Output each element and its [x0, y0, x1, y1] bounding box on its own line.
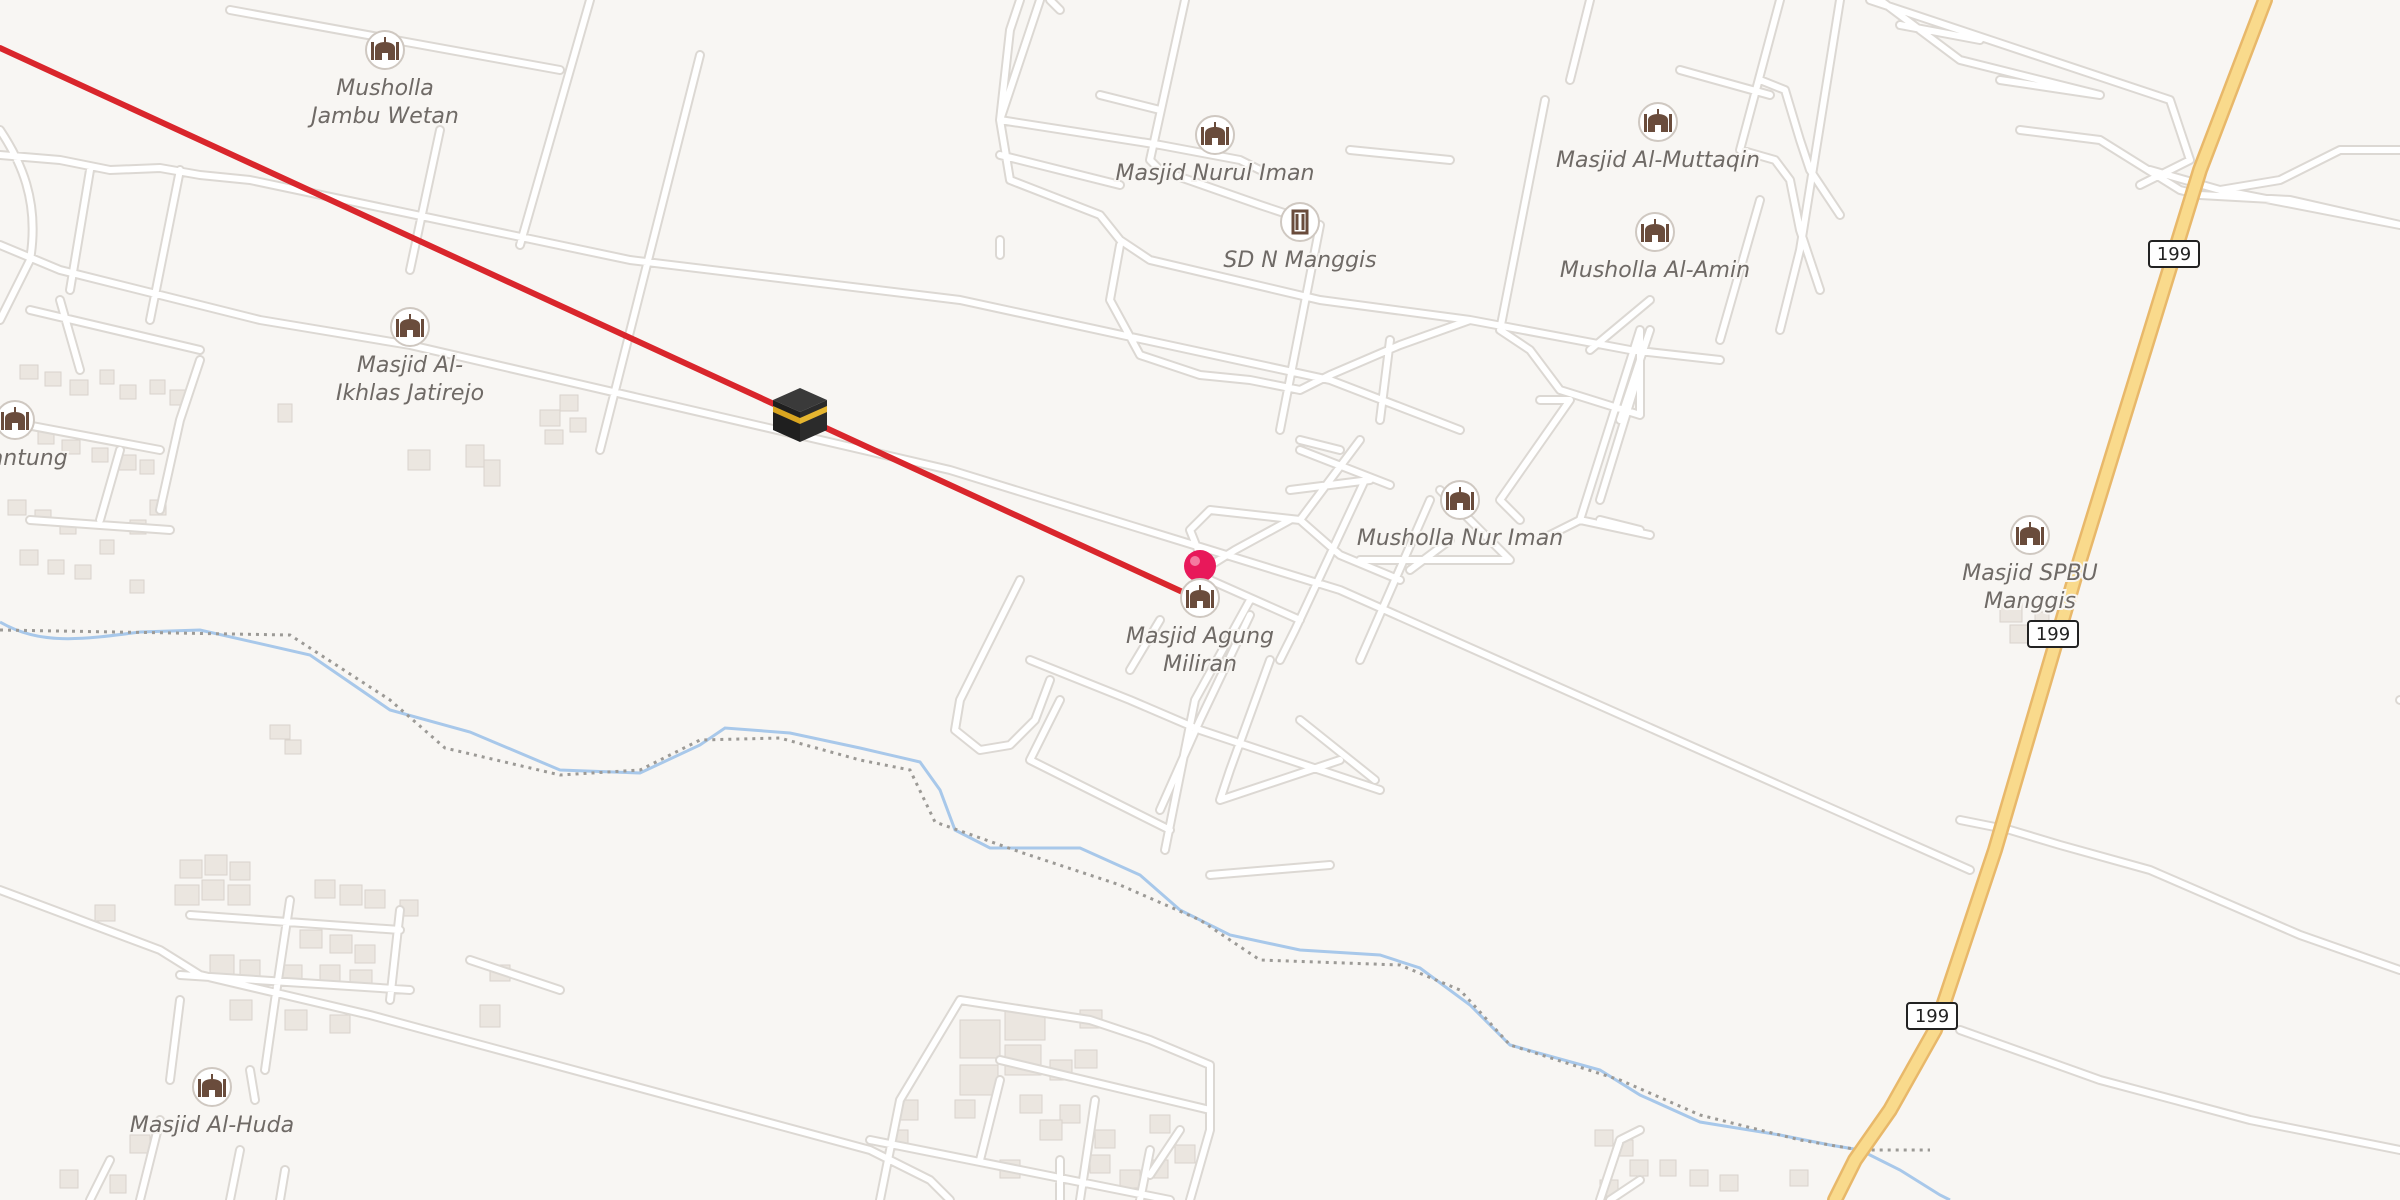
poi-label: Masjid Al-Muttaqin	[1556, 148, 1760, 173]
road-shield-number: 199	[1915, 1006, 1949, 1027]
mosque-icon	[365, 30, 405, 70]
school-icon	[1280, 202, 1320, 242]
poi-label: Masjid Al-Huda	[130, 1113, 294, 1138]
poi-label: Musholla Nur Iman	[1357, 526, 1563, 551]
poi-label: Masjid Nurul Iman	[1116, 161, 1315, 186]
map-canvas[interactable]: Musholla Jambu Wetan Masjid Nurul Iman SD N…	[0, 0, 2400, 1200]
mosque-icon	[2010, 515, 2050, 555]
mosque-icon	[1440, 480, 1480, 520]
poi-label: Musholla	[336, 76, 434, 101]
mosque-icon	[1635, 212, 1675, 252]
poi-label: Miliran	[1163, 652, 1237, 677]
poi-label: Masjid Al-	[357, 353, 463, 378]
poi-label: Jambu Wetan	[307, 104, 459, 129]
poi-label: Musholla Al-Amin	[1560, 258, 1750, 283]
mosque-icon	[1638, 102, 1678, 142]
mosque-icon	[390, 307, 430, 347]
poi-label: Ikhlas Jatirejo	[336, 381, 484, 406]
poi-label: Masjid SPBU	[1962, 561, 2098, 586]
road-shield-199: 199	[2148, 240, 2200, 268]
poi-label: Masjid Agung	[1126, 624, 1274, 649]
road-shield-number: 199	[2036, 624, 2070, 645]
poi-label: SD N Manggis	[1223, 248, 1376, 273]
poi-label: Manggis	[1984, 589, 2076, 614]
poi-label: d Jantung	[0, 446, 68, 471]
road-shield-199: 199	[2027, 620, 2079, 648]
mosque-icon	[1180, 578, 1220, 618]
mosque-icon	[1195, 115, 1235, 155]
road-shield-199: 199	[1906, 1002, 1958, 1030]
road-shield-number: 199	[2157, 244, 2191, 265]
mosque-icon	[0, 400, 35, 440]
mosque-icon	[192, 1067, 232, 1107]
